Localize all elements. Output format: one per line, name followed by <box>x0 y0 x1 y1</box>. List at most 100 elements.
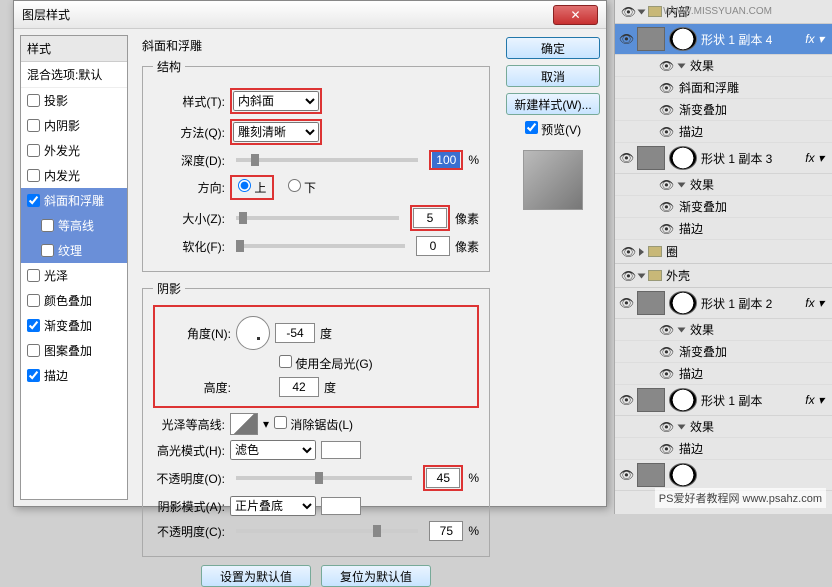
cancel-button[interactable]: 取消 <box>506 65 600 87</box>
style-contour[interactable]: 等高线 <box>21 213 127 238</box>
checkbox[interactable] <box>27 294 40 307</box>
global-light-check[interactable]: 使用全局光(G) <box>279 355 373 372</box>
highlight-mode-label: 高光模式(H): <box>153 442 225 459</box>
titlebar[interactable]: 图层样式 ✕ <box>14 1 606 29</box>
set-default-button[interactable]: 设置为默认值 <box>201 565 311 587</box>
checkbox[interactable] <box>41 244 54 257</box>
effect-bevel[interactable]: 👁斜面和浮雕 <box>615 77 832 99</box>
watermark-bottom: PS爱好者教程网 www.psahz.com <box>655 488 826 508</box>
size-input[interactable] <box>413 208 447 228</box>
new-style-button[interactable]: 新建样式(W)... <box>506 93 600 115</box>
opacity2-input[interactable] <box>429 521 463 541</box>
style-outer-glow[interactable]: 外发光 <box>21 138 127 163</box>
fx-badge[interactable]: fx ▾ <box>805 393 828 407</box>
checkbox[interactable] <box>27 344 40 357</box>
checkbox[interactable] <box>27 94 40 107</box>
styles-header[interactable]: 样式 <box>21 36 127 62</box>
checkbox[interactable] <box>27 194 40 207</box>
style-gradient-overlay[interactable]: 渐变叠加 <box>21 313 127 338</box>
checkbox[interactable] <box>27 144 40 157</box>
eye-icon[interactable]: 👁 <box>619 32 633 46</box>
technique-label: 方法(Q): <box>153 124 225 141</box>
group-ring[interactable]: 👁 圈 <box>615 240 832 264</box>
preview-check[interactable]: 预览(V) <box>525 121 581 138</box>
eye-icon[interactable]: 👁 <box>619 151 633 165</box>
gloss-label: 光泽等高线: <box>153 416 225 433</box>
fx-badge[interactable]: fx ▾ <box>805 151 828 165</box>
opacity-slider[interactable] <box>236 476 412 480</box>
style-texture[interactable]: 纹理 <box>21 238 127 263</box>
close-icon: ✕ <box>570 8 580 22</box>
layer-shape-copy-3[interactable]: 👁 形状 1 副本 3 fx ▾ <box>615 143 832 174</box>
technique-select[interactable]: 雕刻清晰 <box>233 122 319 142</box>
opacity2-slider[interactable] <box>236 529 418 533</box>
style-inner-glow[interactable]: 内发光 <box>21 163 127 188</box>
opacity2-label: 不透明度(C): <box>153 523 225 540</box>
layer-shape-copy-4[interactable]: 👁 形状 1 副本 4 fx ▾ <box>615 24 832 55</box>
shadow-color[interactable] <box>321 497 361 515</box>
fx-badge[interactable]: fx ▾ <box>805 296 828 310</box>
style-pattern-overlay[interactable]: 图案叠加 <box>21 338 127 363</box>
layer-shape-copy[interactable]: 👁 形状 1 副本 fx ▾ <box>615 385 832 416</box>
size-label: 大小(Z): <box>153 210 225 227</box>
dialog-title: 图层样式 <box>22 6 70 23</box>
chevron-down-icon[interactable]: ▾ <box>263 417 269 431</box>
effect-stroke[interactable]: 👁描边 <box>615 121 832 143</box>
highlight-color[interactable] <box>321 441 361 459</box>
depth-label: 深度(D): <box>153 152 225 169</box>
checkbox[interactable] <box>41 219 54 232</box>
size-slider[interactable] <box>236 216 399 220</box>
layer-style-dialog: 图层样式 ✕ 样式 混合选项:默认 投影 内阴影 外发光 内发光 斜面和浮雕 等… <box>13 0 607 507</box>
dir-down[interactable]: 下 <box>288 179 316 196</box>
altitude-label: 高度: <box>159 379 231 396</box>
preview-swatch <box>523 150 583 210</box>
reset-default-button[interactable]: 复位为默认值 <box>321 565 431 587</box>
shadow-mode-label: 阴影模式(A): <box>153 498 225 515</box>
highlight-mode-select[interactable]: 滤色 <box>230 440 316 460</box>
fx-badge[interactable]: fx ▾ <box>805 32 828 46</box>
effects-row[interactable]: 👁效果 <box>615 55 832 77</box>
eye-icon[interactable]: 👁 <box>621 5 635 19</box>
checkbox[interactable] <box>27 369 40 382</box>
style-inner-shadow[interactable]: 内阴影 <box>21 113 127 138</box>
watermark-top: WWW.MISSYUAN.COM <box>663 6 772 17</box>
dir-up[interactable]: 上 <box>238 181 266 195</box>
shadow-mode-select[interactable]: 正片叠底 <box>230 496 316 516</box>
angle-input[interactable] <box>275 323 315 343</box>
checkbox[interactable] <box>27 119 40 132</box>
altitude-input[interactable] <box>279 377 319 397</box>
style-select[interactable]: 内斜面 <box>233 91 319 111</box>
angle-control[interactable] <box>236 316 270 350</box>
group-shell[interactable]: 👁 外壳 <box>615 264 832 288</box>
dialog-buttons: 确定 取消 新建样式(W)... 预览(V) <box>500 29 606 506</box>
checkbox[interactable] <box>27 269 40 282</box>
soften-input[interactable] <box>416 236 450 256</box>
layer-shape-copy-2[interactable]: 👁 形状 1 副本 2 fx ▾ <box>615 288 832 319</box>
ok-button[interactable]: 确定 <box>506 37 600 59</box>
style-drop-shadow[interactable]: 投影 <box>21 88 127 113</box>
effect-gradient[interactable]: 👁渐变叠加 <box>615 99 832 121</box>
style-satin[interactable]: 光泽 <box>21 263 127 288</box>
checkbox[interactable] <box>27 319 40 332</box>
expand-icon[interactable] <box>638 9 646 14</box>
close-button[interactable]: ✕ <box>553 5 598 25</box>
blend-options[interactable]: 混合选项:默认 <box>21 62 127 88</box>
style-color-overlay[interactable]: 颜色叠加 <box>21 288 127 313</box>
section-title: 斜面和浮雕 <box>142 37 490 54</box>
depth-value[interactable]: 100 <box>432 152 460 168</box>
mask-thumb <box>669 27 697 51</box>
opacity-input[interactable] <box>426 468 460 488</box>
layer-thumb <box>637 27 665 51</box>
style-bevel-emboss[interactable]: 斜面和浮雕 <box>21 188 127 213</box>
checkbox[interactable] <box>27 169 40 182</box>
style-stroke[interactable]: 描边 <box>21 363 127 388</box>
soften-label: 软化(F): <box>153 238 225 255</box>
layer-extra[interactable]: 👁 <box>615 460 832 491</box>
depth-slider[interactable] <box>236 158 418 162</box>
layers-panel: WWW.MISSYUAN.COM 👁 内部 👁 形状 1 副本 4 fx ▾ 👁… <box>614 0 832 514</box>
soften-slider[interactable] <box>236 244 405 248</box>
opacity-label: 不透明度(O): <box>153 470 225 487</box>
gloss-contour[interactable] <box>230 413 258 435</box>
shading-group: 阴影 角度(N): 度 使用全局光(G) 高度: 度 <box>142 280 490 557</box>
antialias-check[interactable]: 消除锯齿(L) <box>274 416 353 433</box>
